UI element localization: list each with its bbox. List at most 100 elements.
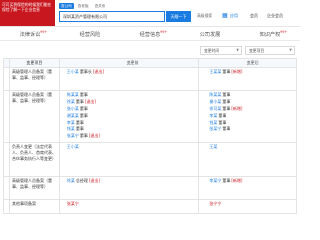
- person-entry: 李某 董事: [67, 119, 197, 126]
- person-role: 董事: [79, 105, 88, 111]
- change-time-label: 变更时间: [204, 48, 220, 53]
- person-link[interactable]: 钱某: [67, 126, 75, 132]
- change-item-dropdown[interactable]: 变更项目 ▼: [245, 46, 295, 55]
- exit-tag: [退出]: [84, 99, 96, 105]
- person-entry: 李某 董事: [209, 112, 294, 119]
- person-link[interactable]: 陈某某: [209, 92, 221, 98]
- person-link[interactable]: 张某宁: [67, 201, 79, 207]
- person-link[interactable]: 徐某: [67, 178, 75, 184]
- person-link[interactable]: 李某宁: [209, 178, 221, 184]
- chevron-down-icon: ▼: [289, 48, 292, 52]
- logo[interactable]: 可可买到保险的时候我们能在保险了解一下企业信息: [0, 0, 55, 26]
- person-link[interactable]: 陈某某: [67, 92, 79, 98]
- search-button[interactable]: 天眼一下: [166, 11, 191, 22]
- person-entry: 李某宁 董事 [新增]: [209, 178, 294, 185]
- person-link[interactable]: 王某: [209, 144, 217, 150]
- person-link[interactable]: 张宁宁: [209, 201, 221, 207]
- change-item-label: 变更项目: [249, 48, 265, 53]
- person-link[interactable]: 李某: [67, 120, 75, 126]
- header-after: 变更后: [199, 59, 298, 67]
- search-tab-relation[interactable]: 查关系: [93, 3, 108, 9]
- person-role: 董事: [75, 126, 84, 132]
- person-entry: 钱某 董事: [67, 126, 197, 133]
- nav-ip[interactable]: 知识产权 99+: [259, 30, 288, 40]
- person-link[interactable]: 王小某: [67, 144, 79, 150]
- header-change-item: 变更项目: [10, 59, 60, 67]
- search-input[interactable]: 深圳某资产管理有限公司: [59, 11, 165, 22]
- table-row: 负责人变更（法定代表人、负责人、首席代表、合伙事务执行人等变更） 王小某 王某: [4, 143, 297, 177]
- person-link[interactable]: 王某某: [209, 69, 221, 75]
- person-link[interactable]: 谢某某: [67, 113, 79, 119]
- new-tag: [新增]: [231, 178, 243, 184]
- before-list: 王小某: [60, 143, 200, 176]
- person-link[interactable]: 张某宁: [209, 126, 221, 132]
- person-link[interactable]: 谢小某: [209, 99, 221, 105]
- nav-development[interactable]: 公司发展: [200, 30, 221, 40]
- person-role: 董事长: [79, 69, 92, 75]
- header: 可可买到保险的时候我们能在保险了解一下企业信息 查公司 查老板 查关系 深圳某资…: [0, 0, 300, 27]
- person-entry: 徐可某 董事 [新增]: [209, 106, 294, 113]
- person-role: 董事: [75, 119, 84, 125]
- change-type: 高级管理人员备案（董事、监事、经理等）: [10, 91, 60, 142]
- nav-operation[interactable]: 经营信息 99+: [140, 30, 168, 40]
- search-tab-company[interactable]: 查公司: [59, 3, 74, 9]
- nav-legal[interactable]: 法律诉讼 99+: [19, 30, 48, 40]
- person-entry: 王小某: [67, 144, 197, 151]
- person-link[interactable]: 张某宁: [67, 133, 79, 139]
- nav-ip-label: 知识产权: [259, 31, 281, 38]
- person-role: 董事: [222, 126, 231, 132]
- after-list: 陈某某 董事 谢小某 董事 徐可某 董事 [新增] 李某 董事 钱某 董事 张某宁 董事: [199, 91, 297, 142]
- nav-development-label: 公司发展: [199, 31, 221, 38]
- table-row: 高级管理人员备案（董事、监事、经理等） 王小某 董事长 [退出] 王某某 董事 …: [4, 68, 297, 91]
- exit-tag: [退出]: [92, 69, 104, 75]
- table-row: 高级管理人员备案（董事、监事、经理等） 陈某某 董事 徐某 董事 [退出] 张小某 董事…: [4, 91, 297, 143]
- app-grid-icon[interactable]: ▦: [222, 12, 228, 20]
- person-link[interactable]: 王小某: [67, 69, 79, 75]
- vip-link[interactable]: 会员: [250, 13, 258, 19]
- search-tabs: 查公司 查老板 查关系: [59, 3, 107, 9]
- person-role: 董事: [79, 92, 88, 98]
- change-type: 其他事项备案: [10, 200, 60, 213]
- person-role: 董事: [79, 133, 88, 139]
- person-entry: 王某某 董事 [新增]: [209, 69, 294, 76]
- enterprise-vip-link[interactable]: 企业会员: [267, 13, 283, 19]
- person-role: 董事: [218, 112, 227, 118]
- change-type: 高级管理人员备案（董事、监事、经理等）: [10, 68, 60, 90]
- after-list: 王某某 董事 [新增]: [199, 68, 297, 90]
- exit-tag: [退出]: [88, 133, 100, 139]
- before-list: 徐某 总经理 [退出]: [60, 177, 200, 199]
- new-tag: [新增]: [231, 69, 243, 75]
- person-role: 总经理: [75, 178, 88, 184]
- person-link[interactable]: 徐某: [67, 99, 75, 105]
- table-header: 变更项目 变更前 变更后: [4, 59, 298, 68]
- table-row: 其他事项备案 张某宁 张宁宁: [4, 200, 297, 214]
- search-tab-boss[interactable]: 查老板: [76, 3, 91, 9]
- person-entry: 陈某某 董事: [67, 92, 197, 99]
- nav-operation-count: 99+: [160, 29, 168, 34]
- person-entry: 张某宁 董事 [退出]: [67, 133, 197, 140]
- person-link[interactable]: 徐可某: [209, 106, 221, 112]
- person-entry: 张宁宁: [209, 201, 294, 208]
- before-list: 张某宁: [60, 200, 200, 213]
- person-entry: 谢某某 董事: [67, 112, 197, 119]
- filter-bar: 变更时间 ▼ 变更项目 ▼: [0, 46, 300, 56]
- new-tag: [新增]: [231, 105, 243, 111]
- person-role: 董事: [218, 119, 227, 125]
- person-entry: 谢小某 董事: [209, 99, 294, 106]
- person-link[interactable]: 李某: [209, 113, 217, 119]
- before-list: 王小某 董事长 [退出]: [60, 68, 200, 90]
- nav-risk-label: 经营风险: [79, 31, 101, 38]
- advanced-search-link[interactable]: 高级搜索: [197, 13, 212, 19]
- apps-link[interactable]: 应用: [230, 13, 238, 19]
- header-before: 变更前: [60, 59, 200, 67]
- person-role: 董事: [75, 99, 84, 105]
- nav-legal-label: 法律诉讼: [19, 31, 41, 38]
- person-entry: 陈某某 董事: [209, 92, 294, 99]
- person-entry: 张小某 董事: [67, 106, 197, 113]
- person-link[interactable]: 钱某: [209, 120, 217, 126]
- nav-risk[interactable]: 经营风险: [80, 30, 101, 40]
- person-link[interactable]: 张小某: [67, 106, 79, 112]
- change-record-table: 变更项目 变更前 变更后 高级管理人员备案（董事、监事、经理等） 王小某 董事长…: [3, 58, 298, 214]
- after-list: 王某: [199, 143, 297, 176]
- change-time-dropdown[interactable]: 变更时间 ▼: [200, 46, 242, 55]
